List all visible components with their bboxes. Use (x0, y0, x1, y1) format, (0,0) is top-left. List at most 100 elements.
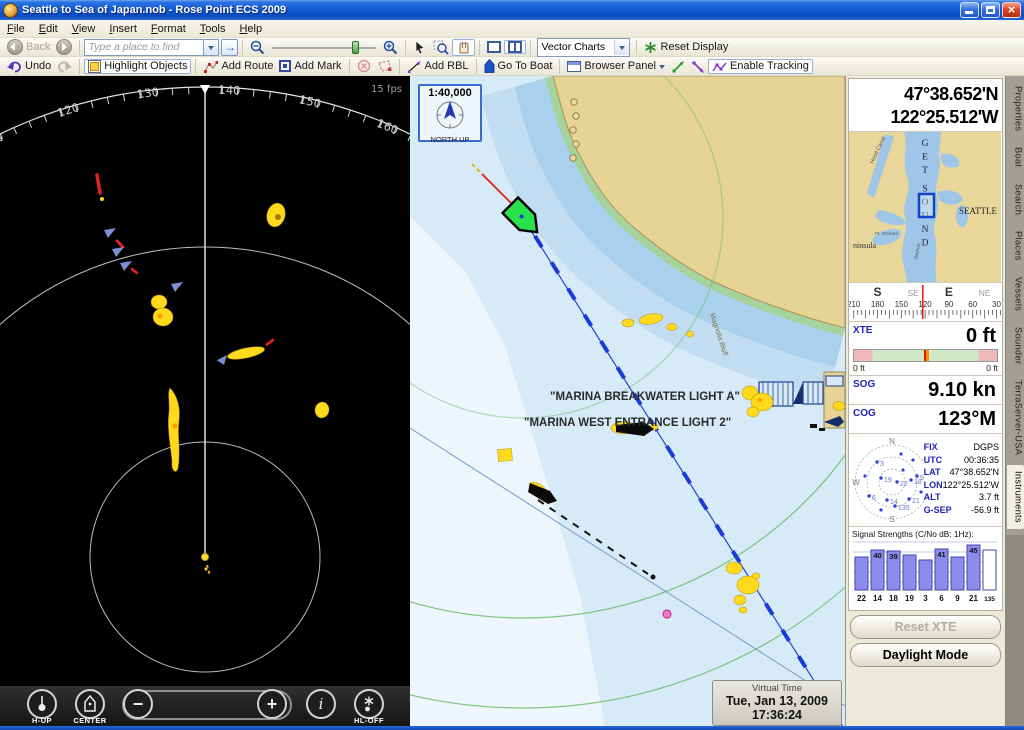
maximize-button[interactable] (981, 2, 1000, 18)
center-button[interactable] (75, 689, 105, 719)
delete-object-button[interactable] (354, 58, 374, 74)
range-decrease-button[interactable]: − (123, 689, 153, 719)
chart-panel[interactable]: Magnolia Bluff (410, 76, 845, 726)
toolbar-navigation: Back → (0, 38, 1024, 57)
signal-bar-value: 39 (889, 552, 897, 561)
breakwater-light-label: "MARINA BREAKWATER LIGHT A" (550, 391, 740, 403)
tab-search[interactable]: Search (1007, 178, 1024, 221)
zoom-select-icon (433, 40, 449, 55)
gps-row-value: DGPS (973, 441, 999, 454)
add-mark-icon (279, 60, 291, 72)
menu-file[interactable]: File (0, 22, 32, 36)
daylight-mode-button[interactable]: Daylight Mode (850, 643, 1001, 667)
back-button[interactable]: Back (4, 38, 53, 56)
gps-row: LON122°25.512'W (924, 479, 999, 492)
tab-vessels[interactable]: Vessels (1007, 271, 1024, 317)
menu-tools[interactable]: Tools (193, 22, 233, 36)
chart-type-dropdown-button[interactable] (614, 40, 629, 55)
minimap-sound-letter: T (922, 166, 928, 176)
gps-row-label: G-SEP (924, 504, 952, 517)
menu-format[interactable]: Format (144, 22, 193, 36)
signal-strength-chart: 224014391819341694521135 (852, 540, 998, 604)
boat-icon (484, 59, 495, 73)
satellite-dot (907, 497, 910, 500)
undo-button[interactable]: Undo (4, 58, 54, 74)
radar-info-button[interactable]: i (306, 689, 336, 719)
range-tool-button[interactable] (688, 59, 708, 74)
signal-bar-sat-id: 14 (873, 594, 882, 603)
add-mark-button[interactable]: Add Mark (276, 59, 344, 73)
satellite-dot (885, 498, 888, 501)
range-increase-button[interactable]: + (257, 689, 287, 719)
satellite-id: 19 (884, 477, 892, 484)
signal-bar-value: 45 (969, 546, 977, 555)
pan-tool-button[interactable] (452, 39, 475, 56)
signal-bar-sat-id: 18 (889, 594, 898, 603)
tab-instruments[interactable]: Instruments (1007, 465, 1024, 529)
gps-row-label: FIX (924, 441, 938, 454)
title-bar: Seattle to Sea of Japan.nob - Rose Point… (0, 0, 1024, 20)
add-rbl-button[interactable]: Add RBL (404, 59, 472, 74)
browser-panel-button[interactable]: Browser Panel (564, 59, 668, 73)
add-route-button[interactable]: Add Route (200, 59, 276, 74)
heading-line-off-button[interactable] (354, 689, 384, 719)
menu-view[interactable]: View (65, 22, 103, 36)
enable-tracking-button[interactable]: Enable Tracking (708, 59, 813, 74)
zoom-in-button[interactable] (380, 39, 401, 56)
gps-row: ALT3.7 ft (924, 491, 999, 504)
satellite-dot (867, 494, 870, 497)
redo-button[interactable] (54, 58, 75, 74)
search-go-button[interactable]: → (221, 39, 238, 56)
xte-label: XTE (853, 325, 872, 336)
tape-number: 30 (992, 300, 1001, 309)
bearing-tool-button[interactable] (668, 59, 688, 74)
chart-type-select[interactable]: Vector Charts (537, 38, 630, 57)
latitude-value: 47°38.652'N (853, 83, 998, 106)
zoom-slider-thumb[interactable] (352, 41, 359, 54)
search-input[interactable] (84, 39, 204, 56)
forward-button[interactable] (53, 38, 75, 56)
tab-boat[interactable]: Boat (1007, 141, 1024, 173)
xte-max: 0 ft (986, 363, 998, 373)
select-tool-button[interactable] (410, 39, 430, 56)
tracking-icon (712, 60, 727, 73)
minimize-button[interactable] (960, 2, 979, 18)
menu-edit[interactable]: Edit (32, 22, 65, 36)
search-dropdown-button[interactable] (204, 39, 219, 56)
reset-display-button[interactable]: Reset Display (641, 40, 731, 55)
close-button[interactable] (1002, 2, 1021, 18)
zoom-select-tool-button[interactable] (430, 39, 452, 56)
overview-minimap[interactable]: GETSOUND SEATTLE Hood Canal ninsula Pt. … (849, 131, 1002, 282)
sky-cardinal: S (889, 515, 894, 524)
tab-sounder[interactable]: Sounder (1007, 321, 1024, 370)
gps-row: FIX DGPS (924, 441, 999, 454)
highlight-objects-button[interactable]: Highlight Objects (84, 59, 191, 74)
undo-icon (7, 59, 22, 73)
tab-properties[interactable]: Properties (1007, 80, 1024, 137)
tab-terraserver-usa[interactable]: TerraServer-USA (1007, 374, 1024, 461)
chart-scale-box[interactable]: 1:40,000 NORTH UP (418, 84, 482, 142)
gps-panel: NESW1922189614211353 FIXDGPSUTC00:36:35L… (849, 433, 1002, 526)
signal-bar-sat-id: 21 (969, 594, 978, 603)
application-window: Seattle to Sea of Japan.nob - Rose Point… (0, 0, 1024, 730)
single-pane-button[interactable] (484, 40, 504, 54)
go-to-boat-button[interactable]: Go To Boat (481, 58, 556, 74)
chart-mark-pink[interactable] (663, 610, 671, 618)
heading-up-button[interactable] (27, 689, 57, 719)
gps-row-value: 47°38.652'N (950, 466, 999, 479)
split-pane-button[interactable] (504, 40, 526, 54)
zoom-out-button[interactable] (247, 39, 268, 56)
radar-display: 110120130140150160 15 fps (0, 76, 410, 686)
minimap-viewport-rect[interactable] (919, 194, 934, 217)
tab-places[interactable]: Places (1007, 225, 1024, 267)
reset-xte-button[interactable]: Reset XTE (850, 615, 1001, 639)
menu-insert[interactable]: Insert (102, 22, 144, 36)
menu-bar: FileEditViewInsertFormatToolsHelp (0, 20, 1024, 38)
lasso-select-button[interactable] (374, 58, 395, 74)
zoom-in-icon (383, 40, 398, 55)
zoom-slider[interactable] (272, 40, 376, 55)
menu-help[interactable]: Help (232, 22, 269, 36)
cog-panel: COG 123°M (849, 404, 1002, 433)
gps-row-label: LAT (924, 466, 941, 479)
satellite-dot (875, 460, 878, 463)
